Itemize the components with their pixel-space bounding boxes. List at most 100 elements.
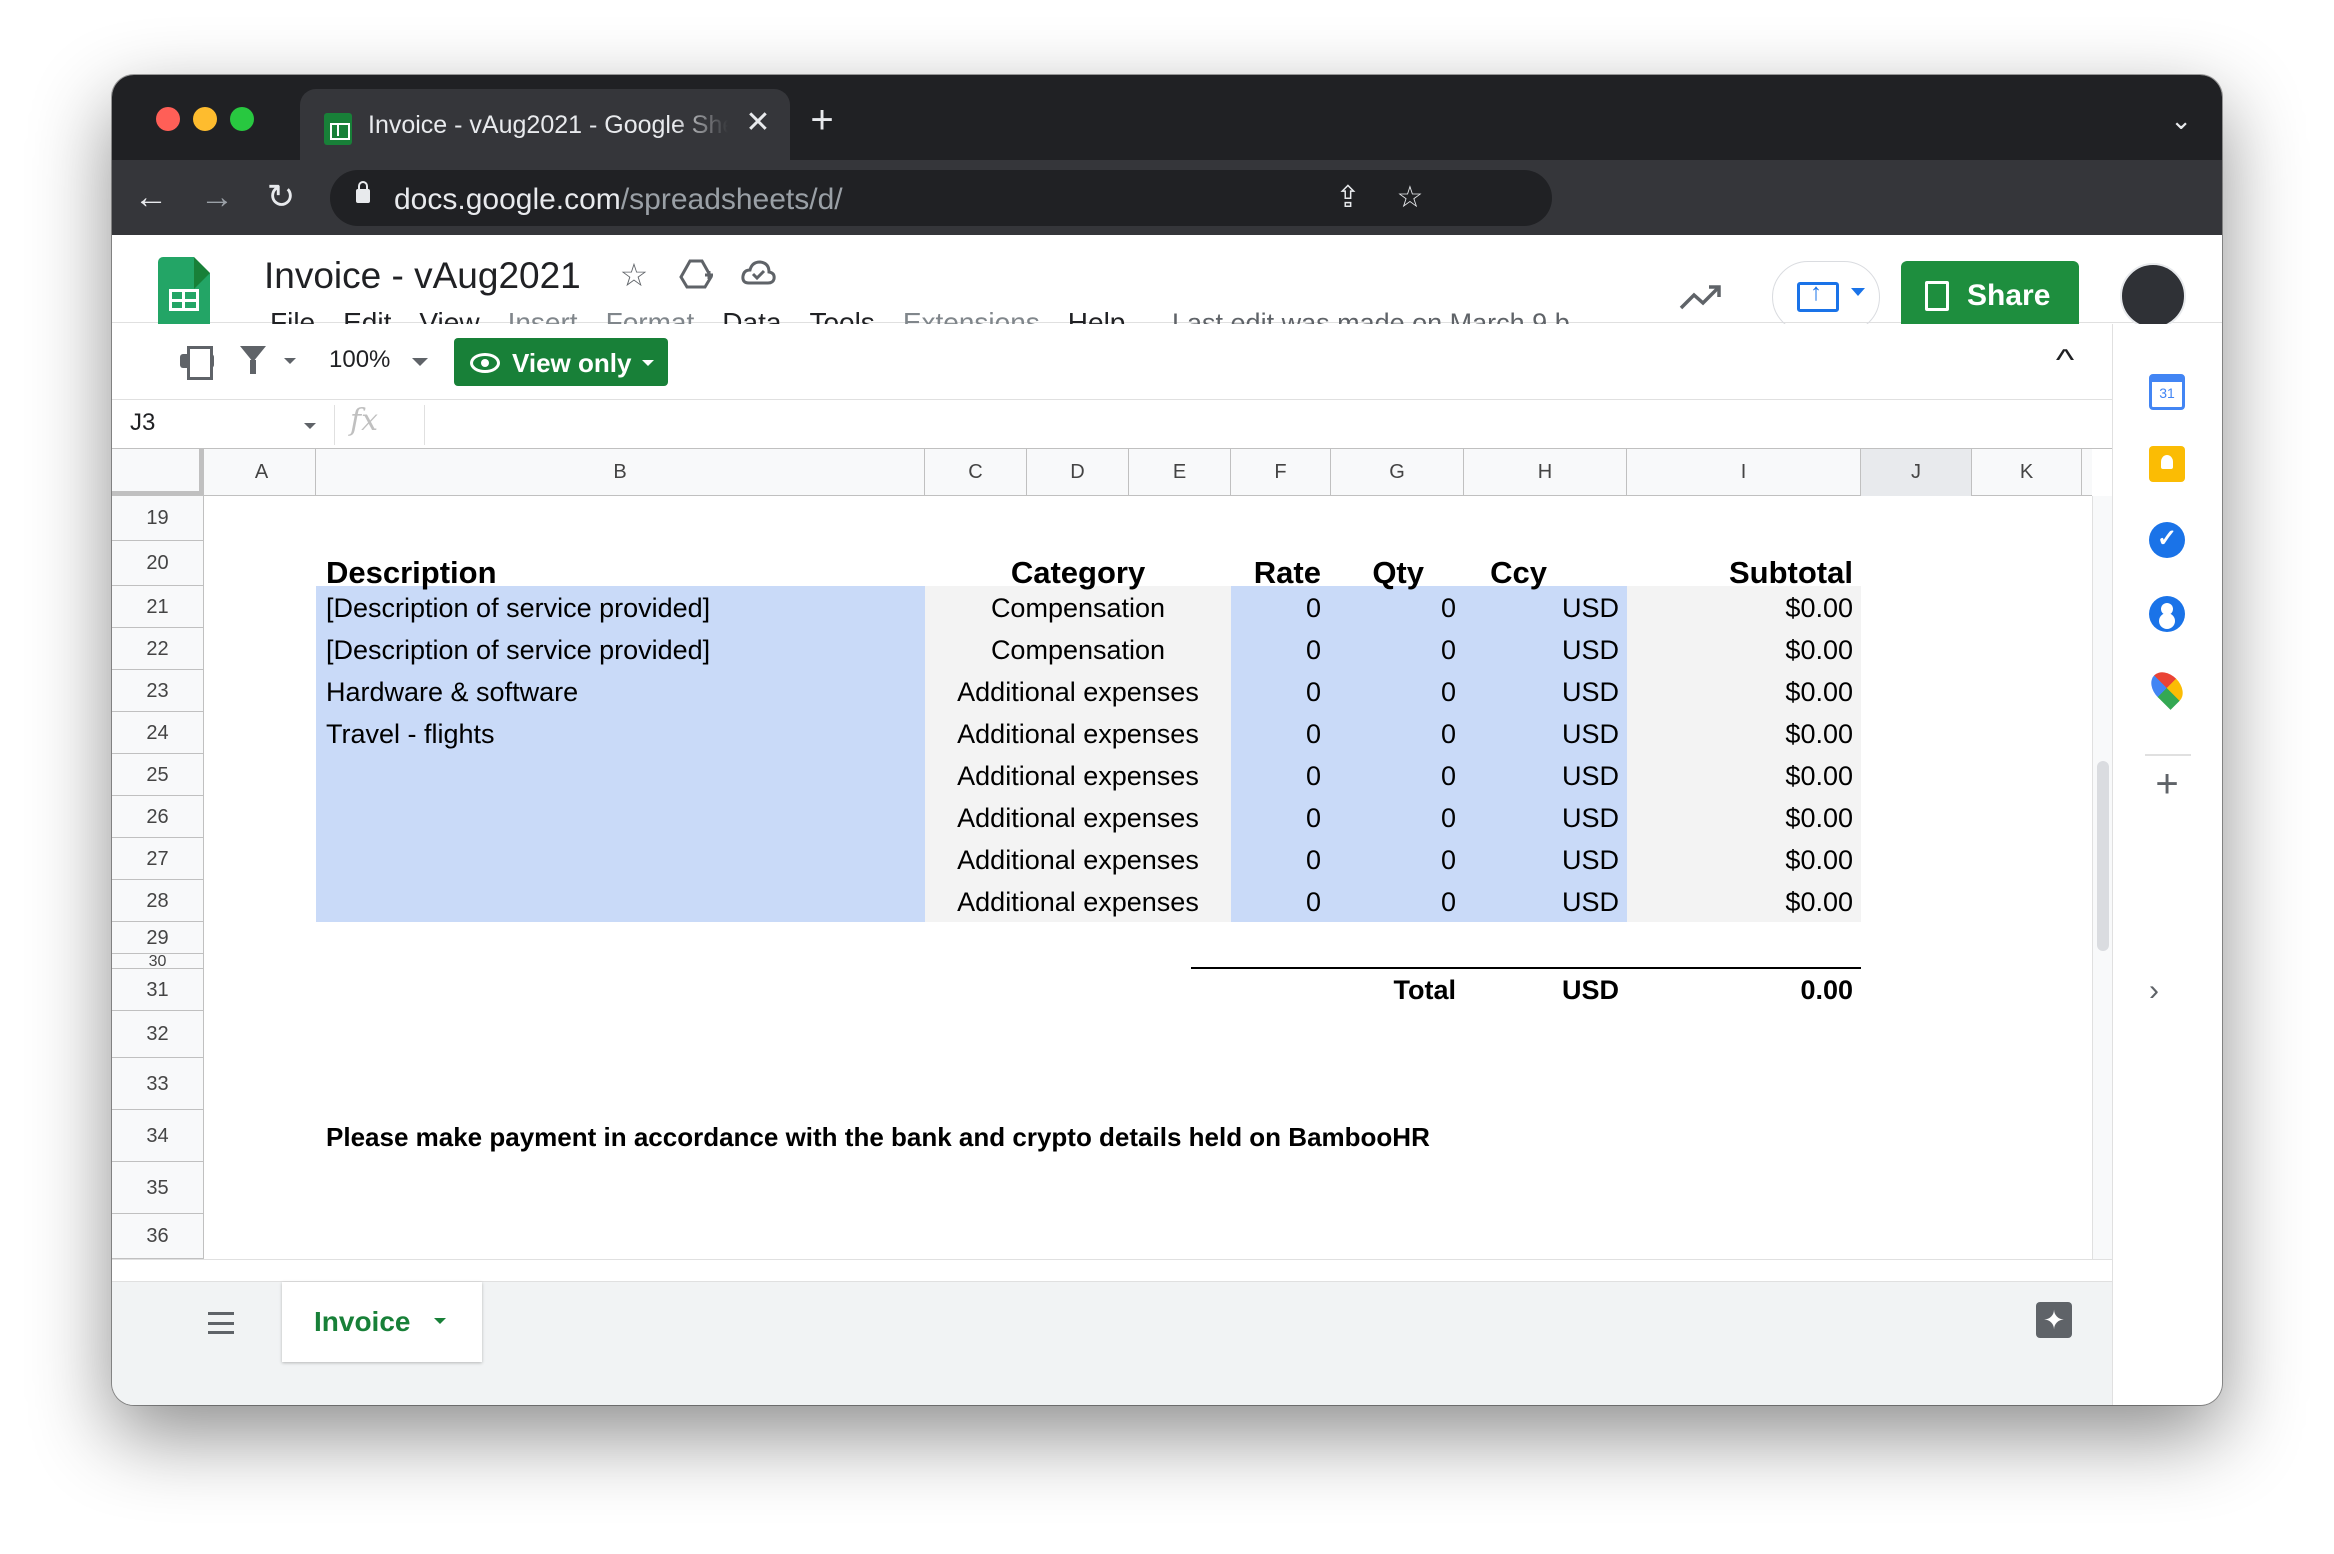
cell-qty[interactable]: 0: [1331, 805, 1456, 832]
row-header-32[interactable]: 32: [112, 1011, 204, 1058]
view-only-button[interactable]: View only: [454, 338, 668, 386]
present-button[interactable]: [1772, 261, 1880, 333]
row-header-29[interactable]: 29: [112, 922, 204, 954]
cell-subtotal[interactable]: $0.00: [1627, 637, 1853, 664]
row-header-34[interactable]: 34: [112, 1110, 204, 1162]
cell-subtotal[interactable]: $0.00: [1627, 889, 1853, 916]
row-header-36[interactable]: 36: [112, 1214, 204, 1259]
column-header-i[interactable]: I: [1627, 449, 1861, 496]
cell-qty[interactable]: 0: [1331, 595, 1456, 622]
close-window-button[interactable]: [156, 107, 180, 131]
select-all-corner[interactable]: [112, 449, 204, 496]
close-tab-icon[interactable]: ✕: [740, 105, 776, 141]
column-header-e[interactable]: E: [1129, 449, 1231, 496]
share-page-icon[interactable]: ⇪: [1330, 180, 1366, 216]
activity-trend-icon[interactable]: [1678, 277, 1724, 323]
column-header-b[interactable]: B: [316, 449, 925, 496]
cell-rate[interactable]: 0: [1231, 595, 1321, 622]
filter-caret-icon[interactable]: [284, 358, 296, 364]
vertical-scroll-thumb[interactable]: [2097, 761, 2109, 951]
cell-category[interactable]: Additional expenses: [925, 721, 1231, 748]
row-header-24[interactable]: 24: [112, 712, 204, 754]
address-bar[interactable]: docs.google.com/spreadsheets/d/ ⇪ ☆: [330, 170, 1552, 226]
cell-subtotal[interactable]: $0.00: [1627, 679, 1853, 706]
reload-icon[interactable]: ↻: [258, 174, 304, 220]
cell-description[interactable]: Hardware & software: [326, 679, 578, 706]
row-header-27[interactable]: 27: [112, 838, 204, 880]
cell-category[interactable]: Compensation: [925, 637, 1231, 664]
column-header-c[interactable]: C: [925, 449, 1027, 496]
sheets-logo-icon[interactable]: [158, 257, 210, 329]
row-header-31[interactable]: 31: [112, 969, 204, 1011]
cell-rate[interactable]: 0: [1231, 721, 1321, 748]
spreadsheet-grid[interactable]: A B C D E F G H I J K 19 20 21 22 23 24 25 26 27 28 29 30 31 32 3…: [112, 449, 2112, 1259]
row-header-22[interactable]: 22: [112, 628, 204, 670]
row-header-21[interactable]: 21: [112, 586, 204, 628]
column-header-d[interactable]: D: [1027, 449, 1129, 496]
cell-category[interactable]: Compensation: [925, 595, 1231, 622]
cell-subtotal[interactable]: $0.00: [1627, 721, 1853, 748]
column-header-j[interactable]: J: [1861, 449, 1972, 496]
zoom-select[interactable]: 100%: [329, 346, 390, 374]
explore-icon[interactable]: ✦: [2036, 1302, 2072, 1338]
cell-ccy[interactable]: USD: [1464, 889, 1619, 916]
row-header-19[interactable]: 19: [112, 496, 204, 541]
cell-category[interactable]: Additional expenses: [925, 847, 1231, 874]
column-header-g[interactable]: G: [1331, 449, 1464, 496]
lock-icon[interactable]: [356, 181, 370, 203]
cell-qty[interactable]: 0: [1331, 763, 1456, 790]
cloud-status-icon[interactable]: [738, 255, 778, 295]
row-header-28[interactable]: 28: [112, 880, 204, 922]
cell-rate[interactable]: 0: [1231, 889, 1321, 916]
cell-rate[interactable]: 0: [1231, 763, 1321, 790]
cell-subtotal[interactable]: $0.00: [1627, 763, 1853, 790]
cell-qty[interactable]: 0: [1331, 889, 1456, 916]
cell-qty[interactable]: 0: [1331, 847, 1456, 874]
sheet-tab-invoice[interactable]: Invoice: [282, 1282, 482, 1362]
cell-rate[interactable]: 0: [1231, 637, 1321, 664]
move-to-drive-icon[interactable]: [676, 255, 716, 295]
keep-icon[interactable]: [2149, 446, 2185, 482]
cell-description[interactable]: Travel - flights: [326, 721, 495, 748]
cell-rate[interactable]: 0: [1231, 805, 1321, 832]
cell-ccy[interactable]: USD: [1464, 805, 1619, 832]
bookmark-star-icon[interactable]: ☆: [1392, 180, 1428, 216]
column-header-a[interactable]: A: [208, 449, 316, 496]
maximize-window-button[interactable]: [230, 107, 254, 131]
tasks-icon[interactable]: [2149, 522, 2185, 558]
horizontal-scrollbar[interactable]: [112, 1259, 2112, 1281]
cell-ccy[interactable]: USD: [1464, 763, 1619, 790]
name-box[interactable]: J3: [126, 409, 316, 441]
row-header-20[interactable]: 20: [112, 541, 204, 586]
cell-rate[interactable]: 0: [1231, 679, 1321, 706]
row-header-26[interactable]: 26: [112, 796, 204, 838]
add-addon-icon[interactable]: +: [2147, 764, 2187, 804]
cell-ccy[interactable]: USD: [1464, 721, 1619, 748]
cell-ccy[interactable]: USD: [1464, 679, 1619, 706]
vertical-scrollbar[interactable]: [2092, 496, 2112, 1259]
cell-subtotal[interactable]: $0.00: [1627, 595, 1853, 622]
print-icon[interactable]: [180, 346, 214, 380]
row-header-25[interactable]: 25: [112, 754, 204, 796]
cell-qty[interactable]: 0: [1331, 721, 1456, 748]
cell-ccy[interactable]: USD: [1464, 847, 1619, 874]
maps-icon[interactable]: [2145, 666, 2189, 710]
column-header-f[interactable]: F: [1231, 449, 1331, 496]
cell-ccy[interactable]: USD: [1464, 595, 1619, 622]
back-arrow-icon[interactable]: ←: [128, 174, 174, 220]
cell-rate[interactable]: 0: [1231, 847, 1321, 874]
row-header-33[interactable]: 33: [112, 1058, 204, 1110]
document-title[interactable]: Invoice - vAug2021: [264, 255, 581, 297]
cell-description[interactable]: [Description of service provided]: [326, 637, 710, 664]
column-header-k[interactable]: K: [1972, 449, 2082, 496]
cell-description[interactable]: [Description of service provided]: [326, 595, 710, 622]
contacts-icon[interactable]: [2149, 596, 2185, 632]
minimize-window-button[interactable]: [193, 107, 217, 131]
cell-category[interactable]: Additional expenses: [925, 679, 1231, 706]
zoom-caret-icon[interactable]: [412, 358, 428, 366]
filter-icon[interactable]: [240, 346, 266, 374]
account-avatar[interactable]: [2120, 263, 2186, 329]
cell-category[interactable]: Additional expenses: [925, 763, 1231, 790]
cell-ccy[interactable]: USD: [1464, 637, 1619, 664]
cell-category[interactable]: Additional expenses: [925, 889, 1231, 916]
